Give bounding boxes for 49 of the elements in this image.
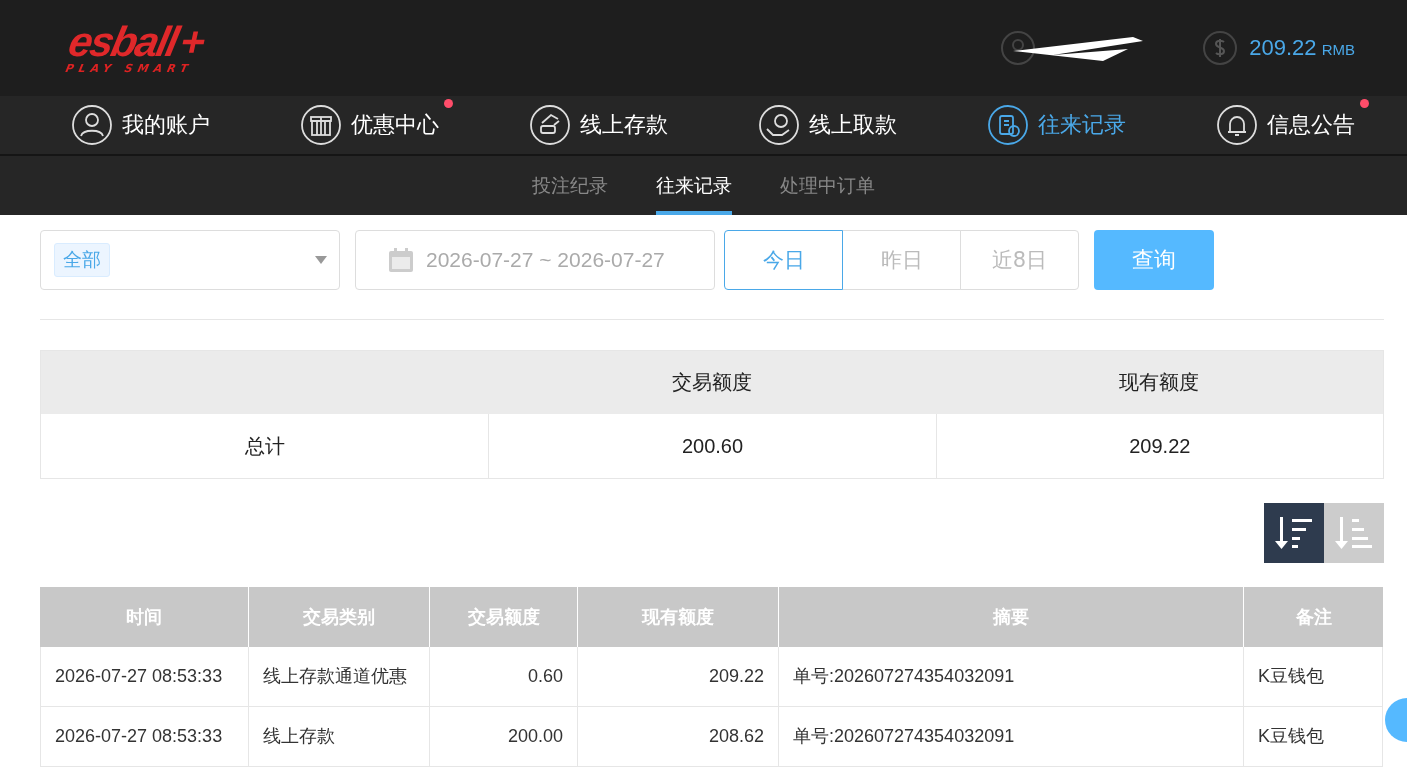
table-cell: 线上存款 bbox=[248, 707, 429, 767]
nav-label: 往来记录 bbox=[1038, 111, 1126, 139]
selected-tag: 全部 bbox=[54, 243, 110, 277]
bell-icon bbox=[1217, 105, 1257, 145]
category-select[interactable]: 全部 bbox=[40, 230, 340, 290]
table-cell: K豆钱包 bbox=[1243, 647, 1383, 707]
table-cell: 0.60 bbox=[429, 647, 577, 707]
range-button[interactable]: 今日 bbox=[724, 230, 843, 290]
date-range-field[interactable]: 2026-07-27 ~ 2026-07-27 bbox=[355, 230, 715, 290]
table-cell: 2026-07-27 08:53:33 bbox=[40, 647, 248, 707]
hand-coin-icon bbox=[759, 105, 799, 145]
table-header-cell: 现有额度 bbox=[935, 351, 1383, 414]
user-icon bbox=[72, 105, 112, 145]
table-header-cell: 交易额度 bbox=[488, 351, 936, 414]
nav-label: 我的账户 bbox=[122, 111, 210, 139]
table-cell: 200.00 bbox=[429, 707, 577, 767]
user-icon bbox=[1001, 31, 1036, 65]
gift-icon bbox=[301, 105, 341, 145]
balance-amount: 209.22 RMB bbox=[1249, 35, 1355, 61]
table-cell: 208.62 bbox=[577, 707, 778, 767]
nav-label: 线上存款 bbox=[580, 111, 668, 139]
nav-label: 优惠中心 bbox=[351, 111, 439, 139]
hand-card-icon bbox=[530, 105, 570, 145]
table-cell-text: 总计 bbox=[243, 433, 286, 459]
logo-tagline: PLAY SMART bbox=[64, 61, 196, 75]
table-cell: 单号:202607274354032091 bbox=[778, 707, 1243, 767]
nav-label: 线上取款 bbox=[809, 111, 897, 139]
table-cell: 2026-07-27 08:53:33 bbox=[40, 707, 248, 767]
sub-tab[interactable]: 往来记录 bbox=[656, 156, 732, 215]
calendar-icon bbox=[388, 247, 414, 273]
table-cell: 200.60 bbox=[488, 414, 936, 478]
sub-tab[interactable]: 处理中订单 bbox=[780, 156, 875, 215]
nav-item[interactable]: 我的账户 bbox=[72, 105, 210, 145]
table-cell: K豆钱包 bbox=[1243, 707, 1383, 767]
nav-label: 信息公告 bbox=[1267, 111, 1355, 139]
sub-tab[interactable]: 投注纪录 bbox=[532, 156, 608, 215]
clipboard-clock-icon bbox=[988, 105, 1028, 145]
sort-button[interactable] bbox=[1264, 503, 1324, 563]
nav-item[interactable]: 线上存款 bbox=[530, 105, 668, 145]
table-cell: 209.22 bbox=[935, 414, 1383, 478]
nav-item[interactable]: 往来记录 bbox=[988, 105, 1126, 145]
caret-icon bbox=[315, 256, 327, 264]
nav-item[interactable]: 线上取款 bbox=[759, 105, 897, 145]
nav-item[interactable]: 信息公告 bbox=[1217, 105, 1355, 145]
dollar-icon bbox=[1203, 31, 1238, 65]
table-cell: 单号:202607274354032091 bbox=[778, 647, 1243, 707]
nav-item[interactable]: 优惠中心 bbox=[301, 105, 439, 145]
table-cell: 209.22 bbox=[577, 647, 778, 707]
table-cell: 线上存款通道优惠 bbox=[248, 647, 429, 707]
